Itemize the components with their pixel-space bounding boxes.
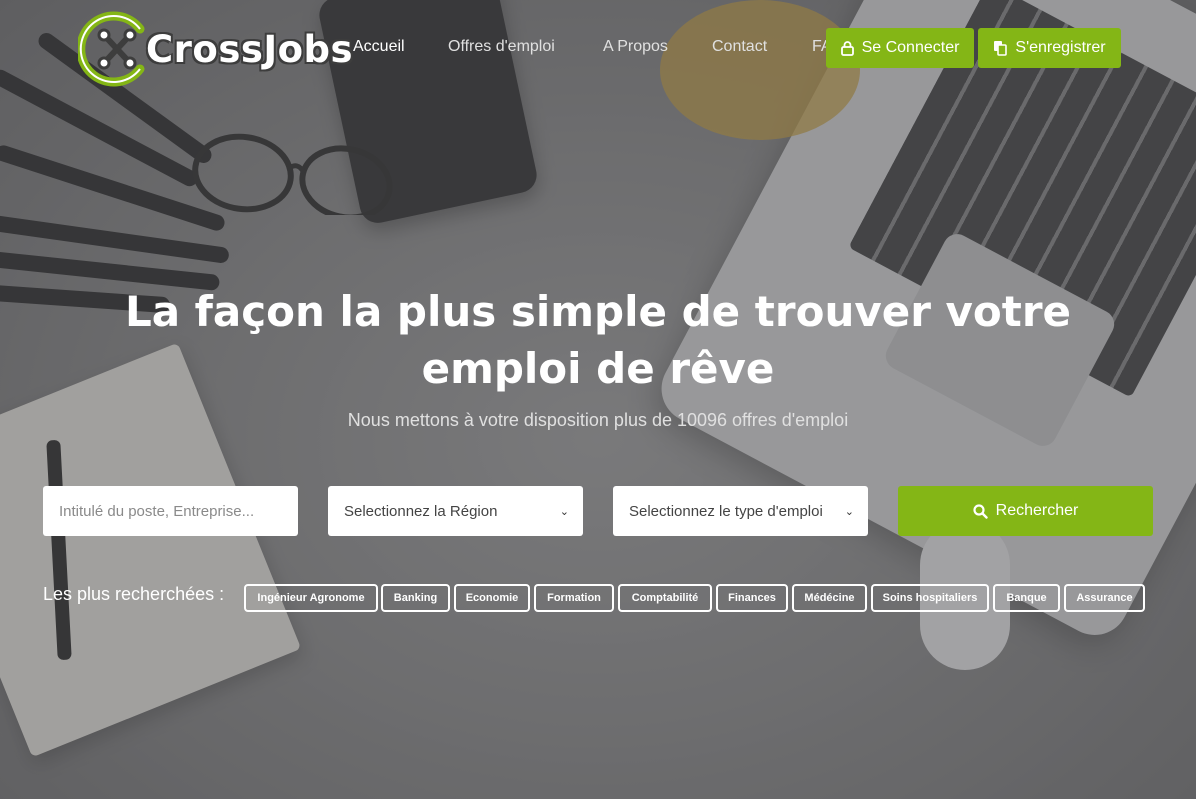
tag-banking[interactable]: Banking — [381, 584, 450, 612]
copy-icon — [994, 41, 1008, 56]
job-type-select-value: Selectionnez le type d'emploi — [629, 502, 823, 520]
job-type-select[interactable]: Selectionnez le type d'emploi ⌄ — [613, 486, 868, 536]
search-button[interactable]: Rechercher — [898, 486, 1153, 536]
keyword-field — [43, 486, 298, 536]
nav-item-offres[interactable]: Offres d'emploi — [448, 38, 555, 56]
search-icon — [973, 503, 988, 519]
brand-logo[interactable]: CrossJobs — [78, 11, 378, 87]
register-button[interactable]: S'enregistrer — [978, 28, 1121, 68]
chevron-down-icon: ⌄ — [844, 505, 854, 518]
tag-comptabilite[interactable]: Comptabilité — [618, 584, 712, 612]
tag-banque[interactable]: Banque — [993, 584, 1060, 612]
region-select-value: Selectionnez la Région — [344, 502, 498, 520]
popular-searches-label: Les plus recherchées : — [43, 584, 225, 604]
tag-assurance[interactable]: Assurance — [1064, 584, 1145, 612]
login-label: Se Connecter — [861, 39, 960, 56]
hero-background — [0, 0, 1196, 799]
keyword-input[interactable] — [43, 486, 298, 536]
tag-finances[interactable]: Finances — [716, 584, 788, 612]
nav-item-contact[interactable]: Contact — [712, 38, 767, 56]
tag-formation[interactable]: Formation — [534, 584, 614, 612]
hero-headline: La façon la plus simple de trouver votre… — [124, 287, 1072, 393]
overlay — [0, 0, 1196, 799]
lock-icon — [840, 40, 854, 56]
hero-subline: Nous mettons à votre disposition plus de… — [347, 410, 849, 430]
region-select[interactable]: Selectionnez la Région ⌄ — [328, 486, 583, 536]
register-label: S'enregistrer — [1015, 39, 1106, 56]
tag-ingenieur-agronome[interactable]: Ingénieur Agronome — [244, 584, 378, 612]
tag-medecine[interactable]: Médécine — [792, 584, 867, 612]
login-button[interactable]: Se Connecter — [826, 28, 974, 68]
nav-item-accueil[interactable]: Accueil — [353, 38, 405, 56]
search-button-label: Rechercher — [995, 502, 1079, 519]
logo-mark-icon — [78, 11, 145, 87]
brand-name: CrossJobs — [146, 28, 354, 71]
tag-soins-hospitaliers[interactable]: Soins hospitaliers — [871, 584, 989, 612]
nav-item-apropos[interactable]: A Propos — [603, 38, 668, 56]
tag-economie[interactable]: Economie — [454, 584, 530, 612]
chevron-down-icon: ⌄ — [559, 505, 569, 518]
